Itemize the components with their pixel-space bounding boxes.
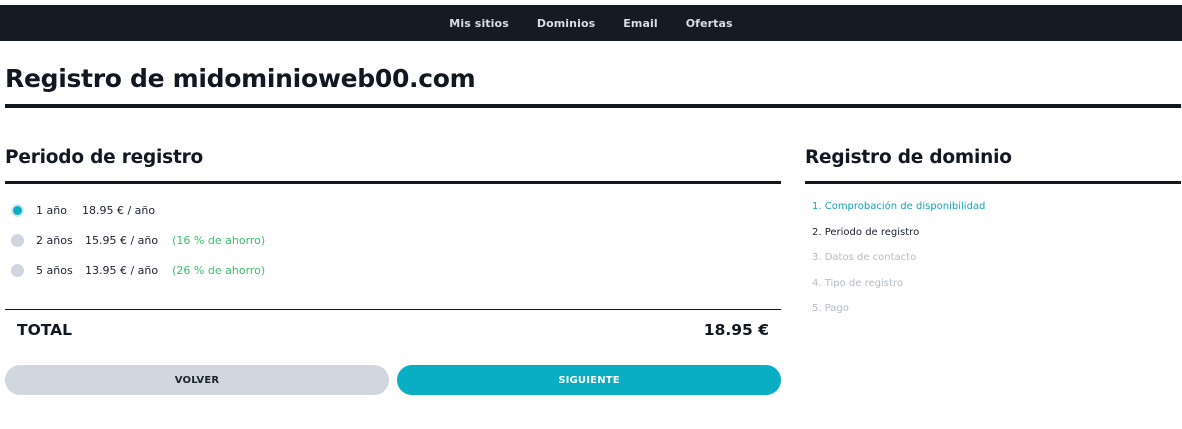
- total-label: TOTAL: [17, 321, 72, 339]
- step-registration-type: 4. Tipo de registro: [812, 277, 903, 289]
- option-price: 15.95 € / año: [85, 233, 159, 247]
- option-saving: (26 % de ahorro): [172, 263, 266, 277]
- step-payment: 5. Pago: [812, 303, 849, 314]
- nav-link-dominios[interactable]: Dominios: [523, 17, 609, 30]
- nav-link-email[interactable]: Email: [609, 17, 671, 30]
- page-title: Registro de midominioweb00.com: [5, 64, 476, 93]
- step-availability-check[interactable]: 1. Comprobación de disponibilidad: [812, 200, 985, 226]
- radio-button-selected[interactable]: [11, 203, 24, 217]
- option-term: 1 año: [36, 203, 67, 217]
- total-divider: [5, 309, 781, 310]
- next-button[interactable]: SIGUIENTE: [397, 365, 781, 395]
- option-price: 18.95 € / año: [82, 203, 156, 217]
- option-term: 5 años: [36, 263, 73, 277]
- step-registration-period: 2. Periodo de registro: [812, 226, 920, 238]
- sidebar-divider: [805, 181, 1181, 184]
- total-amount: 18.95 €: [703, 321, 769, 339]
- back-button[interactable]: VOLVER: [5, 365, 389, 395]
- option-saving: (16 % de ahorro): [172, 233, 266, 247]
- period-divider: [5, 181, 781, 184]
- sidebar-heading: Registro de dominio: [805, 147, 1012, 168]
- option-price: 13.95 € / año: [85, 263, 159, 277]
- radio-button[interactable]: [11, 263, 24, 277]
- period-option-1-year[interactable]: 1 año 18.95 € / año: [11, 201, 155, 219]
- nav-link-mis-sitios[interactable]: Mis sitios: [435, 17, 523, 30]
- registration-steps: 1. Comprobación de disponibilidad 2. Per…: [812, 200, 985, 328]
- period-heading: Periodo de registro: [5, 147, 204, 168]
- radio-button[interactable]: [11, 233, 24, 247]
- top-nav-bar: Mis sitios Dominios Email Ofertas: [0, 5, 1182, 41]
- option-term: 2 años: [36, 233, 73, 247]
- nav-link-ofertas[interactable]: Ofertas: [672, 17, 747, 30]
- period-option-5-years[interactable]: 5 años 13.95 € / año (26 % de ahorro): [11, 261, 265, 279]
- period-option-2-years[interactable]: 2 años 15.95 € / año (16 % de ahorro): [11, 231, 265, 249]
- step-contact-details: 3. Datos de contacto: [812, 252, 917, 263]
- title-divider: [5, 104, 1181, 108]
